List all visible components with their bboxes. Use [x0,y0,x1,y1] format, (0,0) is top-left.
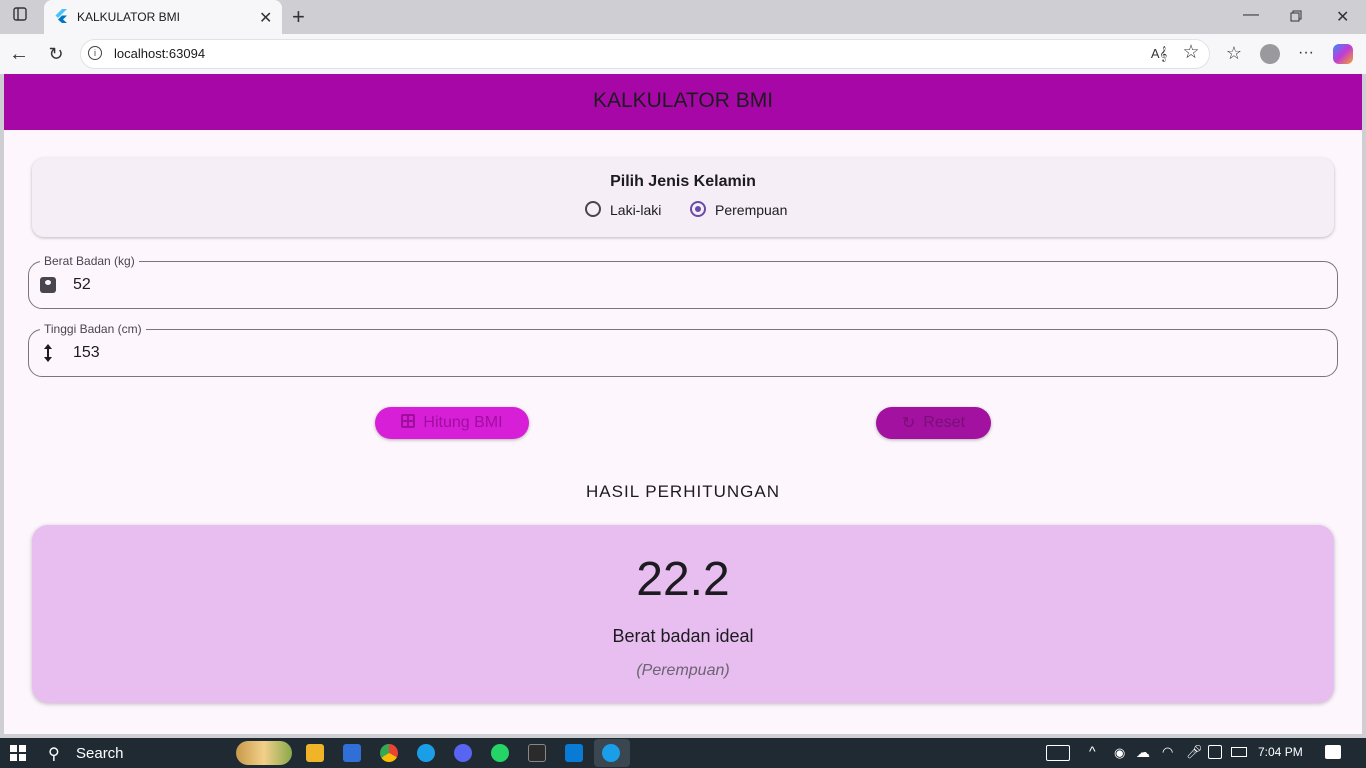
terminal-icon[interactable] [528,744,546,762]
screen-icon[interactable] [1208,745,1222,759]
copilot-icon[interactable] [1333,44,1353,64]
whatsapp-icon[interactable] [491,744,509,762]
webcam-icon[interactable]: ◉ [1114,745,1125,761]
favorites-icon[interactable]: ☆ [1223,43,1245,63]
height-arrows-icon [40,343,56,368]
height-value[interactable]: 153 [73,344,100,362]
edge-icon[interactable] [417,744,435,762]
site-info-icon[interactable]: i [88,46,102,60]
app-title: KALKULATOR BMI [592,89,774,112]
reset-button[interactable]: ↻ Reset [876,407,991,439]
back-icon[interactable]: ← [8,44,30,64]
address-bar[interactable] [80,39,1210,69]
calculate-button[interactable]: Hitung BMI [375,407,529,439]
microphone-icon[interactable]: 🎤︎ [1186,744,1203,760]
clock[interactable]: 7:04 PM [1258,745,1303,759]
flutter-icon [55,9,67,28]
discord-icon[interactable] [454,744,472,762]
weight-field[interactable] [28,261,1338,309]
bmi-value: 22.2 [636,553,730,606]
tab-actions-icon[interactable] [9,6,31,26]
radio-laki-laki[interactable] [585,201,601,217]
new-tab-icon[interactable]: + [292,4,305,30]
refresh-icon[interactable]: ↻ [45,44,67,64]
read-aloud-icon[interactable]: A𝄞 [1148,44,1170,64]
close-window-icon[interactable]: ✕ [1336,7,1349,27]
url-text[interactable]: localhost:63094 [114,46,205,61]
more-options-icon[interactable]: ··· [1295,43,1317,63]
favorite-star-icon[interactable]: ☆ [1180,43,1202,63]
bmi-category: Berat badan ideal [612,626,754,646]
radio-perempuan[interactable] [690,201,706,217]
battery-icon[interactable] [1231,747,1247,757]
tab-title: KALKULATOR BMI [77,10,180,24]
news-widget-icon[interactable] [1046,745,1070,761]
calculator-icon [401,413,416,433]
edge-active-icon[interactable] [602,744,620,762]
result-heading: HASIL PERHITUNGAN [586,482,780,501]
gender-card [32,158,1334,237]
vscode-icon[interactable] [565,744,583,762]
height-field[interactable] [28,329,1338,377]
notifications-icon[interactable] [1325,745,1341,759]
scale-icon [40,277,56,293]
bmi-gender-note: (Perempuan) [636,662,730,679]
chrome-icon[interactable] [380,744,398,762]
cloud-icon[interactable]: ☁ [1136,744,1150,761]
refresh-icon: ↻ [901,415,916,432]
store-icon[interactable] [343,744,361,762]
browser-tab[interactable]: KALKULATOR BMI ✕ [44,0,282,34]
search-highlight-image [236,741,292,765]
weight-value[interactable]: 52 [73,276,91,294]
file-explorer-icon[interactable] [306,744,324,762]
gender-title: Pilih Jenis Kelamin [610,173,756,190]
radio-label-laki-laki[interactable]: Laki-laki [610,202,661,218]
chevron-up-icon[interactable]: ^ [1089,743,1096,759]
height-label: Tinggi Badan (cm) [40,322,146,336]
search-icon: ⚲ [48,746,60,763]
close-tab-icon[interactable]: ✕ [259,8,272,28]
wifi-icon[interactable]: ◠ [1162,744,1173,760]
restore-icon[interactable] [1290,9,1302,27]
profile-avatar[interactable] [1260,44,1280,64]
taskbar-search-label[interactable]: Search [76,745,124,762]
reset-button-label: Reset [923,414,966,431]
weight-label: Berat Badan (kg) [40,254,139,268]
minimize-icon[interactable]: — [1243,6,1259,24]
calculate-button-label: Hitung BMI [423,414,503,431]
radio-label-perempuan[interactable]: Perempuan [715,202,787,218]
windows-start-icon[interactable] [10,745,26,766]
